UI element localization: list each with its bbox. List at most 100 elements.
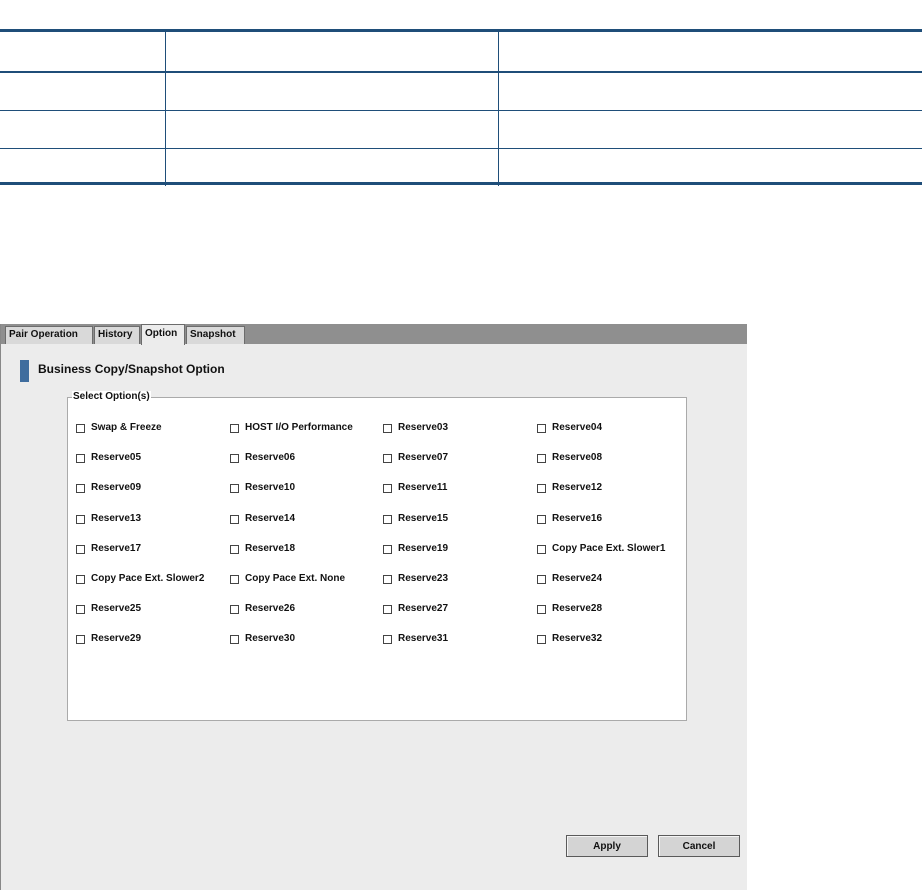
option-checkbox[interactable]: Reserve26 bbox=[230, 602, 295, 616]
option-checkbox[interactable]: Reserve05 bbox=[76, 451, 141, 465]
option-label: Reserve19 bbox=[398, 543, 449, 554]
option-checkbox[interactable]: Reserve30 bbox=[230, 632, 295, 646]
option-checkbox[interactable]: Reserve17 bbox=[76, 542, 141, 556]
checkbox-icon[interactable] bbox=[537, 453, 546, 463]
select-options-group: Select Option(s) Swap & Freeze HOST I/O P… bbox=[67, 391, 687, 721]
option-checkbox[interactable]: Copy Pace Ext. Slower2 bbox=[76, 572, 204, 586]
option-label: Reserve16 bbox=[552, 513, 603, 524]
checkbox-icon[interactable] bbox=[230, 574, 239, 584]
cancel-button[interactable]: Cancel bbox=[658, 835, 740, 857]
table-cell bbox=[165, 149, 499, 186]
option-label: Reserve03 bbox=[398, 422, 449, 433]
checkbox-icon[interactable] bbox=[383, 574, 392, 584]
option-checkbox[interactable]: Reserve09 bbox=[76, 481, 141, 495]
checkbox-icon[interactable] bbox=[383, 483, 392, 493]
tab-snapshot[interactable]: Snapshot bbox=[186, 326, 245, 344]
table-row bbox=[0, 111, 922, 149]
table-cell bbox=[498, 149, 922, 186]
checkbox-icon[interactable] bbox=[230, 483, 239, 493]
option-checkbox[interactable]: Reserve07 bbox=[383, 451, 448, 465]
table-cell bbox=[165, 111, 499, 148]
checkbox-icon[interactable] bbox=[76, 544, 85, 554]
option-checkbox[interactable]: Reserve18 bbox=[230, 542, 295, 556]
option-label: Reserve32 bbox=[552, 633, 603, 644]
option-label: Reserve23 bbox=[398, 573, 449, 584]
option-checkbox[interactable]: Copy Pace Ext. Slower1 bbox=[537, 542, 665, 556]
option-checkbox[interactable]: Reserve14 bbox=[230, 512, 295, 526]
checkbox-icon[interactable] bbox=[537, 574, 546, 584]
checkbox-icon[interactable] bbox=[76, 483, 85, 493]
option-label: Reserve18 bbox=[245, 543, 296, 554]
option-label: Copy Pace Ext. Slower1 bbox=[552, 543, 666, 554]
tab-option[interactable]: Option bbox=[141, 324, 185, 345]
option-checkbox[interactable]: Reserve23 bbox=[383, 572, 448, 586]
option-checkbox[interactable]: Copy Pace Ext. None bbox=[230, 572, 345, 586]
checkbox-icon[interactable] bbox=[537, 634, 546, 644]
checkbox-icon[interactable] bbox=[230, 423, 239, 433]
option-checkbox[interactable]: Reserve25 bbox=[76, 602, 141, 616]
tab-pair-operation[interactable]: Pair Operation bbox=[5, 326, 93, 344]
option-checkbox[interactable]: Reserve04 bbox=[537, 421, 602, 435]
checkbox-icon[interactable] bbox=[230, 544, 239, 554]
option-label: Reserve26 bbox=[245, 603, 296, 614]
option-checkbox[interactable]: Reserve24 bbox=[537, 572, 602, 586]
tab-history[interactable]: History bbox=[94, 326, 140, 344]
option-checkbox[interactable]: Swap & Freeze bbox=[76, 421, 162, 435]
option-label: HOST I/O Performance bbox=[245, 422, 353, 433]
option-checkbox[interactable]: Reserve08 bbox=[537, 451, 602, 465]
option-label: Reserve08 bbox=[552, 452, 603, 463]
checkbox-icon[interactable] bbox=[230, 634, 239, 644]
option-label: Reserve13 bbox=[91, 513, 142, 524]
option-checkbox[interactable]: Reserve10 bbox=[230, 481, 295, 495]
checkbox-icon[interactable] bbox=[76, 604, 85, 614]
section-marker-icon bbox=[20, 360, 29, 382]
option-checkbox[interactable]: HOST I/O Performance bbox=[230, 421, 353, 435]
apply-button[interactable]: Apply bbox=[566, 835, 648, 857]
tab-bar: Pair Operation History Option Snapshot bbox=[1, 324, 747, 345]
checkbox-icon[interactable] bbox=[76, 514, 85, 524]
checkbox-icon[interactable] bbox=[537, 423, 546, 433]
option-checkbox[interactable]: Reserve15 bbox=[383, 512, 448, 526]
option-checkbox[interactable]: Reserve27 bbox=[383, 602, 448, 616]
checkbox-icon[interactable] bbox=[537, 544, 546, 554]
option-label: Copy Pace Ext. None bbox=[245, 573, 346, 584]
checkbox-icon[interactable] bbox=[383, 514, 392, 524]
checkbox-icon[interactable] bbox=[383, 634, 392, 644]
option-checkbox[interactable]: Reserve32 bbox=[537, 632, 602, 646]
option-checkbox[interactable]: Reserve06 bbox=[230, 451, 295, 465]
checkbox-icon[interactable] bbox=[76, 453, 85, 463]
option-label: Reserve31 bbox=[398, 633, 449, 644]
option-checkbox[interactable]: Reserve13 bbox=[76, 512, 141, 526]
checkbox-icon[interactable] bbox=[537, 514, 546, 524]
option-label: Reserve09 bbox=[91, 482, 142, 493]
option-checkbox[interactable]: Reserve12 bbox=[537, 481, 602, 495]
checkbox-icon[interactable] bbox=[230, 453, 239, 463]
checkbox-icon[interactable] bbox=[383, 453, 392, 463]
option-label: Reserve15 bbox=[398, 513, 449, 524]
checkbox-icon[interactable] bbox=[230, 514, 239, 524]
option-checkbox[interactable]: Reserve16 bbox=[537, 512, 602, 526]
option-label: Reserve30 bbox=[245, 633, 296, 644]
option-checkbox[interactable]: Reserve19 bbox=[383, 542, 448, 556]
checkbox-icon[interactable] bbox=[383, 544, 392, 554]
option-checkbox[interactable]: Reserve03 bbox=[383, 421, 448, 435]
checkbox-icon[interactable] bbox=[383, 423, 392, 433]
option-checkbox[interactable]: Reserve28 bbox=[537, 602, 602, 616]
group-legend: Select Option(s) bbox=[72, 391, 151, 403]
checkbox-icon[interactable] bbox=[537, 483, 546, 493]
table-cell bbox=[165, 32, 499, 71]
option-label: Swap & Freeze bbox=[91, 422, 162, 433]
option-checkbox[interactable]: Reserve11 bbox=[383, 481, 448, 495]
checkbox-icon[interactable] bbox=[76, 423, 85, 433]
checkbox-icon[interactable] bbox=[230, 604, 239, 614]
checkbox-icon[interactable] bbox=[383, 604, 392, 614]
option-checkbox[interactable]: Reserve31 bbox=[383, 632, 448, 646]
table-header-row bbox=[0, 32, 922, 73]
option-label: Reserve10 bbox=[245, 482, 296, 493]
checkbox-icon[interactable] bbox=[76, 574, 85, 584]
checkbox-icon[interactable] bbox=[76, 634, 85, 644]
table-row bbox=[0, 73, 922, 111]
checkbox-icon[interactable] bbox=[537, 604, 546, 614]
option-checkbox[interactable]: Reserve29 bbox=[76, 632, 141, 646]
option-label: Reserve11 bbox=[398, 482, 448, 493]
